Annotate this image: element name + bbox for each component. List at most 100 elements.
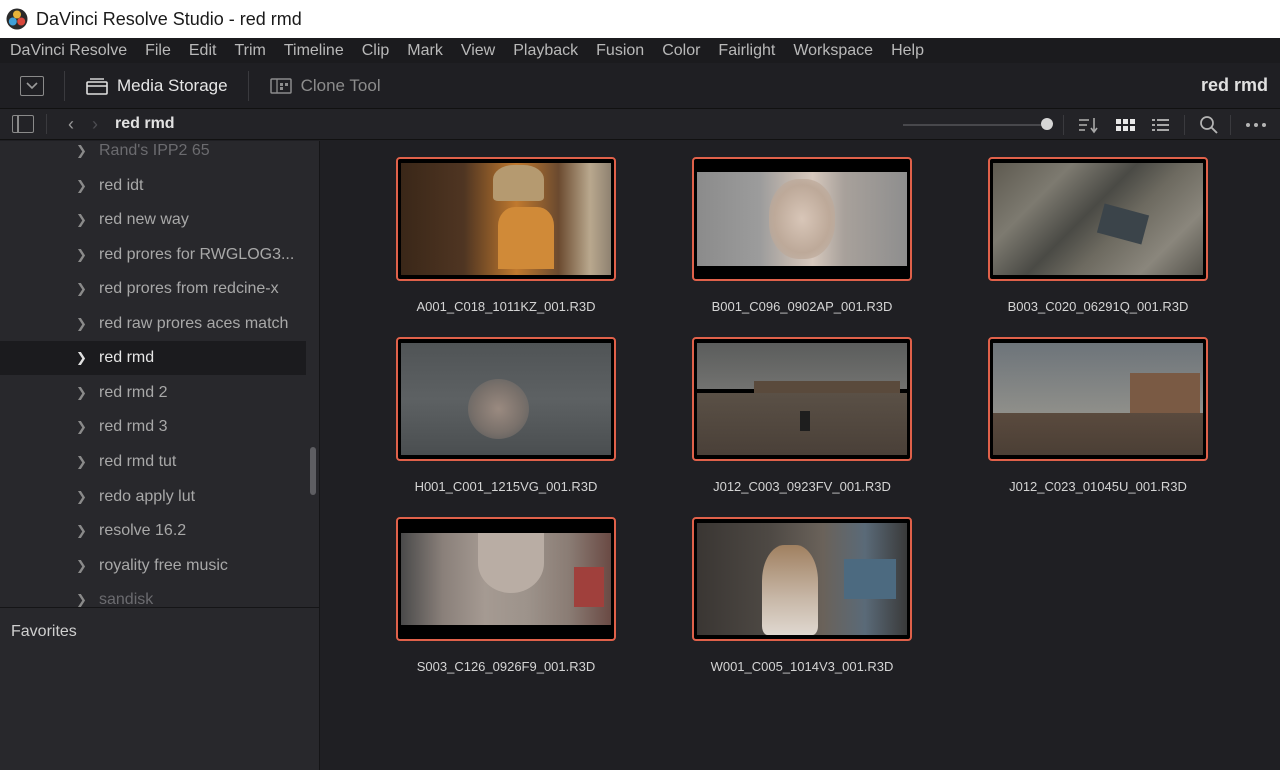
- grid-view-icon[interactable]: [1114, 115, 1136, 135]
- folder-label: royality free music: [99, 557, 228, 574]
- chevron-right-icon: ❯: [76, 350, 87, 365]
- menu-edit[interactable]: Edit: [189, 42, 217, 60]
- media-storage-icon: [86, 77, 108, 95]
- folder-item-selected[interactable]: ❯ red rmd: [0, 341, 306, 375]
- clip-thumbnail[interactable]: A001_C018_1011KZ_001.R3D: [396, 157, 616, 314]
- menu-view[interactable]: View: [461, 42, 495, 60]
- thumbnail-zoom-slider[interactable]: [903, 124, 1048, 126]
- clip-thumbnail[interactable]: J012_C003_0923FV_001.R3D: [692, 337, 912, 494]
- folder-item[interactable]: ❯ red prores from redcine-x: [0, 272, 306, 306]
- title-bar: DaVinci Resolve Studio - red rmd: [0, 0, 1280, 38]
- menu-fairlight[interactable]: Fairlight: [718, 42, 775, 60]
- folder-item[interactable]: ❯ Rand's IPP2 65: [0, 141, 306, 168]
- clip-image: [692, 517, 912, 641]
- chevron-down-icon: [26, 81, 38, 89]
- menu-playback[interactable]: Playback: [513, 42, 578, 60]
- sidebar-scrollbar[interactable]: [310, 447, 316, 495]
- menu-color[interactable]: Color: [662, 42, 700, 60]
- menu-trim[interactable]: Trim: [234, 42, 265, 60]
- folder-label: red new way: [99, 211, 189, 228]
- folder-item[interactable]: ❯ red rmd 2: [0, 376, 306, 410]
- media-storage-button[interactable]: Media Storage: [85, 76, 228, 96]
- chevron-right-icon: ❯: [76, 143, 87, 158]
- toolbar-divider: [247, 70, 249, 101]
- collapse-toggle-button[interactable]: [20, 75, 44, 96]
- clip-image: [396, 337, 616, 461]
- pathbar-divider: [1184, 115, 1185, 135]
- chevron-right-icon: ❯: [76, 316, 87, 331]
- clip-thumbnail[interactable]: W001_C005_1014V3_001.R3D: [692, 517, 912, 674]
- folder-item[interactable]: ❯ red rmd 3: [0, 410, 306, 444]
- clip-name: W001_C005_1014V3_001.R3D: [710, 659, 894, 674]
- folder-label: red prores from redcine-x: [99, 280, 279, 297]
- toolbar: Media Storage Clone Tool red rmd: [0, 63, 1280, 109]
- clip-thumbnail[interactable]: J012_C023_01045U_001.R3D: [988, 337, 1208, 494]
- menu-help[interactable]: Help: [891, 42, 924, 60]
- clip-image: [988, 337, 1208, 461]
- chevron-right-icon: ❯: [76, 385, 87, 400]
- zoom-slider-handle[interactable]: [1041, 118, 1053, 130]
- chevron-right-icon: ❯: [76, 592, 87, 607]
- folder-tree: ❯ Rand's IPP2 65 ❯ red idt ❯ red new way ❯ r…: [0, 141, 306, 607]
- sort-icon[interactable]: [1077, 115, 1099, 135]
- current-path: red rmd: [115, 115, 175, 132]
- chevron-right-icon: ❯: [76, 281, 87, 296]
- clone-tool-icon: [269, 77, 292, 94]
- chevron-right-icon: ❯: [76, 212, 87, 227]
- folder-item[interactable]: ❯ sandisk: [0, 583, 306, 607]
- clip-name: B003_C020_06291Q_001.R3D: [1007, 299, 1189, 314]
- clip-name: J012_C023_01045U_001.R3D: [1009, 479, 1187, 494]
- menu-timeline[interactable]: Timeline: [284, 42, 344, 60]
- chevron-right-icon: ❯: [76, 454, 87, 469]
- menu-davinci-resolve[interactable]: DaVinci Resolve: [10, 42, 127, 60]
- clip-name: A001_C018_1011KZ_001.R3D: [416, 299, 596, 314]
- window-title: DaVinci Resolve Studio - red rmd: [36, 8, 302, 29]
- clip-image: [396, 517, 616, 641]
- folder-item[interactable]: ❯ redo apply lut: [0, 480, 306, 514]
- clip-name: H001_C001_1215VG_001.R3D: [414, 479, 598, 494]
- folder-label: red raw prores aces match: [99, 315, 289, 332]
- clone-tool-label: Clone Tool: [300, 75, 381, 95]
- menu-fusion[interactable]: Fusion: [596, 42, 644, 60]
- folder-label: red idt: [99, 177, 144, 194]
- folder-label: red rmd tut: [99, 453, 177, 470]
- more-options-icon[interactable]: [1245, 115, 1267, 135]
- chevron-right-icon: ❯: [76, 178, 87, 193]
- clone-tool-button[interactable]: Clone Tool: [269, 76, 381, 96]
- folder-item[interactable]: ❯ royality free music: [0, 549, 306, 583]
- media-storage-label: Media Storage: [117, 75, 228, 95]
- folder-item[interactable]: ❯ red rmd tut: [0, 445, 306, 479]
- clip-thumbnail[interactable]: B001_C096_0902AP_001.R3D: [692, 157, 912, 314]
- chevron-right-icon: ❯: [76, 558, 87, 573]
- search-icon[interactable]: [1198, 115, 1220, 135]
- toggle-sidebar-icon[interactable]: [12, 115, 34, 133]
- project-title: red rmd: [1200, 75, 1268, 95]
- forward-arrow-icon[interactable]: ›: [83, 114, 107, 135]
- clip-image: [692, 157, 912, 281]
- back-arrow-icon[interactable]: ‹: [59, 114, 83, 135]
- clip-name: S003_C126_0926F9_001.R3D: [416, 659, 596, 674]
- list-view-icon[interactable]: [1150, 115, 1172, 135]
- folder-label: resolve 16.2: [99, 522, 187, 539]
- clip-image: [396, 157, 616, 281]
- folder-item[interactable]: ❯ red idt: [0, 169, 306, 203]
- clip-name: J012_C003_0923FV_001.R3D: [713, 479, 891, 494]
- folder-label: Rand's IPP2 65: [99, 142, 210, 159]
- chevron-right-icon: ❯: [76, 419, 87, 434]
- folder-item[interactable]: ❯ red raw prores aces match: [0, 307, 306, 341]
- clip-thumbnail[interactable]: B003_C020_06291Q_001.R3D: [988, 157, 1208, 314]
- menu-workspace[interactable]: Workspace: [793, 42, 873, 60]
- clip-thumbnail[interactable]: S003_C126_0926F9_001.R3D: [396, 517, 616, 674]
- menu-mark[interactable]: Mark: [407, 42, 443, 60]
- folder-item[interactable]: ❯ resolve 16.2: [0, 514, 306, 548]
- menu-file[interactable]: File: [145, 42, 171, 60]
- folder-item[interactable]: ❯ red prores for RWGLOG3...: [0, 238, 306, 272]
- davinci-logo-icon: [6, 8, 28, 30]
- clip-thumbnail[interactable]: H001_C001_1215VG_001.R3D: [396, 337, 616, 494]
- menu-clip[interactable]: Clip: [362, 42, 390, 60]
- folder-label: red rmd 2: [99, 384, 168, 401]
- path-bar: ‹ › red rmd: [0, 109, 1280, 140]
- folder-item[interactable]: ❯ red new way: [0, 203, 306, 237]
- chevron-right-icon: ❯: [76, 523, 87, 538]
- folder-label: red rmd 3: [99, 418, 168, 435]
